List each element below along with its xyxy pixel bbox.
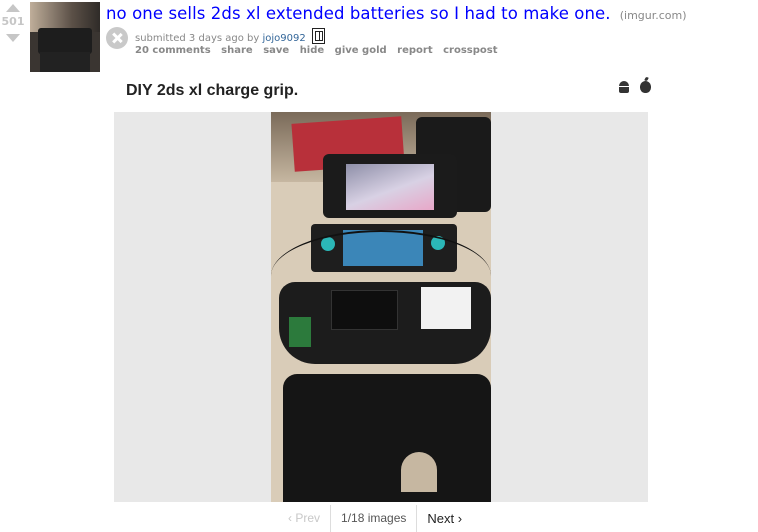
crosspost-button[interactable]: crosspost bbox=[443, 45, 497, 56]
post-title-link[interactable]: no one sells 2ds xl extended batteries s… bbox=[106, 4, 611, 23]
photo-shell-cutout bbox=[401, 452, 437, 492]
save-button[interactable]: save bbox=[263, 45, 289, 56]
post-buttons: 20 comments share save hide give gold re… bbox=[135, 45, 505, 56]
title-row: no one sells 2ds xl extended batteries s… bbox=[106, 4, 746, 23]
user-flair-icon bbox=[311, 28, 325, 44]
apple-icon[interactable] bbox=[640, 81, 652, 93]
prev-button[interactable]: ‹ Prev bbox=[278, 505, 330, 532]
platform-icons bbox=[612, 81, 652, 97]
thumbnail-console bbox=[38, 28, 92, 54]
post-thumbnail[interactable] bbox=[30, 2, 100, 72]
report-button[interactable]: report bbox=[397, 45, 432, 56]
vote-column: 501 bbox=[0, 2, 26, 42]
share-button[interactable]: share bbox=[221, 45, 253, 56]
gallery-image[interactable] bbox=[271, 112, 491, 502]
gallery-pager: ‹ Prev 1/18 images Next › bbox=[278, 505, 472, 532]
photo-circuit-board bbox=[289, 317, 311, 347]
next-button[interactable]: Next › bbox=[416, 505, 472, 532]
gallery-viewer bbox=[114, 112, 648, 502]
tagline: submitted 3 days ago by jojo9092 bbox=[135, 28, 325, 44]
gallery-title: DIY 2ds xl charge grip. bbox=[126, 82, 299, 99]
submitted-text: submitted 3 days ago by bbox=[135, 33, 260, 44]
hide-button[interactable]: hide bbox=[300, 45, 325, 56]
photo-back-shell bbox=[283, 374, 491, 502]
photo-battery bbox=[331, 290, 398, 330]
upvote-arrow-icon[interactable] bbox=[6, 4, 20, 12]
close-expando-icon[interactable] bbox=[106, 27, 128, 49]
author-link[interactable]: jojo9092 bbox=[262, 33, 305, 44]
photo-top-screen bbox=[346, 164, 434, 210]
android-icon[interactable] bbox=[618, 81, 630, 93]
image-count: 1/18 images bbox=[330, 505, 416, 532]
thumbnail-grip bbox=[40, 52, 90, 72]
comments-button[interactable]: 20 comments bbox=[135, 45, 211, 56]
post-domain[interactable]: (imgur.com) bbox=[620, 9, 687, 22]
give-gold-button[interactable]: give gold bbox=[335, 45, 387, 56]
score: 501 bbox=[1, 15, 25, 28]
downvote-arrow-icon[interactable] bbox=[6, 34, 20, 42]
photo-battery-label bbox=[421, 287, 471, 329]
